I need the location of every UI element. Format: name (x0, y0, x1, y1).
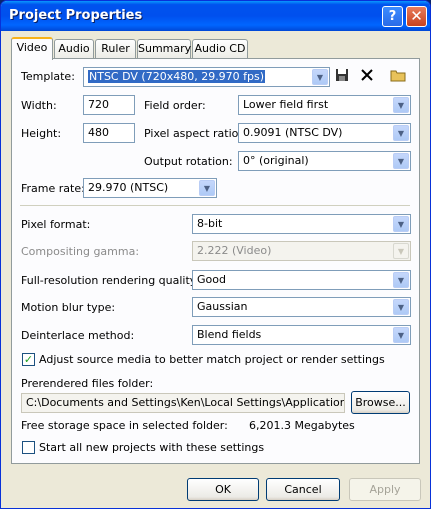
tab-ruler[interactable]: Ruler (95, 39, 136, 59)
apply-button: Apply (349, 478, 421, 501)
tab-audio[interactable]: Audio (54, 39, 94, 59)
prerendered-path-field: C:\Documents and Settings\Ken\Local Sett… (21, 393, 345, 413)
pixel-aspect-label: Pixel aspect ratio: (144, 127, 243, 140)
chevron-down-icon: ▼ (393, 125, 409, 141)
chevron-down-icon: ▼ (393, 216, 409, 232)
frame-rate-label: Frame rate: (21, 182, 85, 195)
height-label: Height: (21, 127, 62, 140)
adjust-media-label: Adjust source media to better match proj… (39, 353, 385, 366)
tab-audio-cd[interactable]: Audio CD (192, 39, 248, 59)
close-button[interactable]: ✕ (406, 6, 427, 27)
compositing-gamma-combo: 2.222 (Video) ▼ (192, 241, 411, 261)
free-space-value: 6,201.3 Megabytes (249, 419, 355, 432)
pixel-aspect-combo[interactable]: 0.9091 (NTSC DV) ▼ (238, 123, 411, 143)
pixel-format-combo[interactable]: 8-bit ▼ (192, 214, 411, 234)
chevron-down-icon: ▼ (199, 180, 215, 196)
separator (20, 205, 410, 206)
render-quality-value: Good (197, 273, 226, 286)
deinterlace-combo[interactable]: Blend fields ▼ (192, 325, 411, 345)
chevron-down-icon: ▼ (393, 153, 409, 169)
height-input[interactable]: 480 (83, 123, 135, 143)
output-rotation-combo[interactable]: 0° (original) ▼ (238, 151, 411, 171)
width-input[interactable]: 720 (83, 95, 135, 115)
output-rotation-value: 0° (original) (243, 154, 309, 167)
ok-button[interactable]: OK (187, 478, 259, 501)
field-order-value: Lower field first (243, 98, 329, 111)
width-label: Width: (21, 99, 57, 112)
tab-summary[interactable]: Summary (137, 39, 191, 59)
motion-blur-combo[interactable]: Gaussian ▼ (192, 297, 411, 317)
chevron-down-icon: ▼ (393, 327, 409, 343)
field-order-label: Field order: (144, 99, 206, 112)
pixel-aspect-value: 0.9091 (NTSC DV) (243, 126, 343, 139)
frame-rate-value: 29.970 (NTSC) (88, 181, 169, 194)
help-button[interactable]: ? (382, 6, 403, 27)
motion-blur-value: Gaussian (197, 300, 248, 313)
cancel-button[interactable]: Cancel (266, 478, 340, 501)
chevron-down-icon: ▼ (393, 272, 409, 288)
free-space-label: Free storage space in selected folder: (21, 419, 228, 432)
delete-icon[interactable] (358, 68, 376, 86)
project-properties-dialog: Project Properties ? ✕ Video Audio Ruler… (0, 0, 431, 509)
field-order-combo[interactable]: Lower field first ▼ (238, 95, 411, 115)
chevron-down-icon: ▼ (393, 299, 409, 315)
tab-video[interactable]: Video (11, 37, 53, 60)
prerendered-label: Prerendered files folder: (21, 377, 154, 390)
compositing-gamma-label: Compositing gamma: (21, 245, 140, 258)
start-all-label: Start all new projects with these settin… (39, 441, 265, 454)
output-rotation-label: Output rotation: (144, 155, 233, 168)
chevron-down-icon: ▼ (312, 69, 328, 85)
motion-blur-label: Motion blur type: (21, 301, 116, 314)
browse-button[interactable]: Browse... (351, 391, 410, 414)
compositing-gamma-value: 2.222 (Video) (197, 244, 272, 257)
title-bar: Project Properties ? ✕ (1, 1, 430, 31)
save-icon[interactable] (333, 68, 351, 86)
pixel-format-value: 8-bit (197, 217, 223, 230)
chevron-down-icon: ▼ (393, 243, 409, 259)
template-value: NTSC DV (720x480, 29.970 fps) (88, 70, 266, 83)
render-quality-label: Full-resolution rendering quality: (21, 274, 200, 287)
render-quality-combo[interactable]: Good ▼ (192, 270, 411, 290)
template-combo[interactable]: NTSC DV (720x480, 29.970 fps) ▼ (83, 67, 330, 87)
start-all-checkbox[interactable] (22, 441, 35, 454)
window-title: Project Properties (9, 8, 143, 23)
chevron-down-icon: ▼ (393, 97, 409, 113)
deinterlace-value: Blend fields (197, 328, 262, 341)
deinterlace-label: Deinterlace method: (21, 329, 135, 342)
frame-rate-combo[interactable]: 29.970 (NTSC) ▼ (83, 178, 217, 198)
folder-icon[interactable] (389, 68, 407, 86)
adjust-media-checkbox[interactable]: ✓ (22, 353, 35, 366)
template-label: Template: (21, 70, 75, 83)
pixel-format-label: Pixel format: (21, 218, 91, 231)
